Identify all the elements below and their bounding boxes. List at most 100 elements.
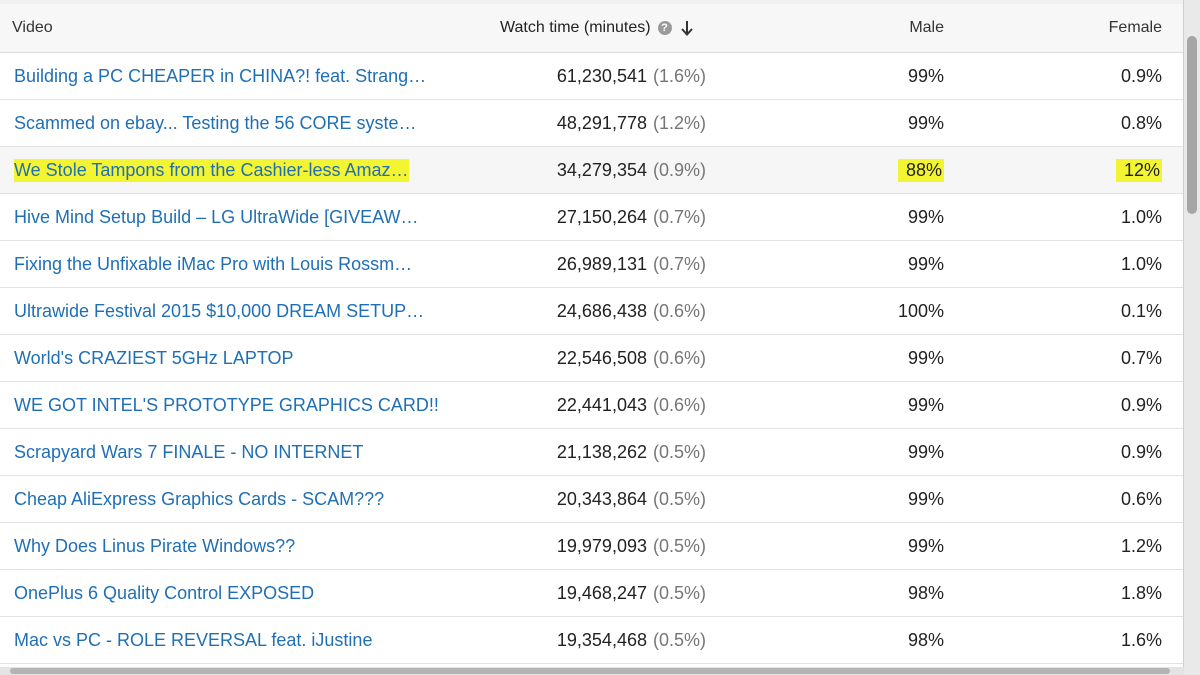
male-percent: 99%: [907, 253, 944, 274]
female-cell: 12%: [1000, 147, 1162, 193]
female-cell: 1.0%: [1000, 194, 1162, 240]
watch-time-cell: 48,291,778 (1.2%): [470, 100, 706, 146]
female-cell: 0.9%: [1000, 382, 1162, 428]
video-title-link[interactable]: Fixing the Unfixable iMac Pro with Louis…: [14, 253, 412, 276]
male-percent: 99%: [907, 488, 944, 509]
table-row: Ultrawide Festival 2015 $10,000 DREAM SE…: [0, 288, 1183, 335]
watch-time-cell: 20,343,864 (0.5%): [470, 476, 706, 522]
watch-time-cell: 26,989,131 (0.7%): [470, 241, 706, 287]
male-percent: 99%: [907, 65, 944, 86]
table-row: Cheap AliExpress Graphics Cards - SCAM??…: [0, 476, 1183, 523]
table-row: Fixing the Unfixable iMac Pro with Louis…: [0, 241, 1183, 288]
video-cell: Building a PC CHEAPER in CHINA?! feat. S…: [14, 53, 454, 99]
male-percent: 98%: [907, 629, 944, 650]
video-title-link[interactable]: We Stole Tampons from the Cashier-less A…: [14, 158, 409, 182]
watch-time-cell: 27,150,264 (0.7%): [470, 194, 706, 240]
watch-time-value: 27,150,264: [556, 206, 647, 227]
video-cell: Fixing the Unfixable iMac Pro with Louis…: [14, 241, 454, 287]
female-percent: 0.1%: [1120, 300, 1162, 321]
help-circle-icon[interactable]: ?: [657, 21, 672, 35]
male-percent: 99%: [907, 347, 944, 368]
video-title-link[interactable]: Cheap AliExpress Graphics Cards - SCAM??…: [14, 488, 384, 511]
male-cell: 99%: [800, 382, 944, 428]
watch-time-value: 24,686,438: [556, 300, 647, 321]
table-row: WE GOT INTEL'S PROTOTYPE GRAPHICS CARD!!…: [0, 382, 1183, 429]
table-row: Mac vs PC - ROLE REVERSAL feat. iJustine…: [0, 617, 1183, 664]
male-percent: 99%: [907, 206, 944, 227]
video-cell: Scammed on ebay... Testing the 56 CORE s…: [14, 100, 454, 146]
column-header-male[interactable]: Male: [800, 4, 944, 52]
male-percent: 99%: [907, 535, 944, 556]
female-percent: 12%: [1115, 158, 1162, 182]
male-percent: 100%: [897, 300, 944, 321]
column-header-video-label: Video: [12, 19, 53, 36]
watch-time-cell: 19,468,247 (0.5%): [470, 570, 706, 616]
video-title-link[interactable]: Why Does Linus Pirate Windows??: [14, 535, 295, 558]
watch-time-share: (0.9%): [652, 159, 706, 180]
watch-time-cell: 22,441,043 (0.6%): [470, 382, 706, 428]
table-row: OnePlus 6 Quality Control EXPOSED 19,468,…: [0, 570, 1183, 617]
video-cell: Scrapyard Wars 7 FINALE - NO INTERNET: [14, 429, 454, 475]
video-cell: Hive Mind Setup Build – LG UltraWide [GI…: [14, 194, 454, 240]
female-cell: 0.1%: [1000, 288, 1162, 334]
column-header-watch-time[interactable]: Watch time (minutes) ?: [500, 4, 715, 52]
watch-time-share: (0.6%): [652, 394, 706, 415]
male-cell: 99%: [800, 53, 944, 99]
watch-time-cell: 34,279,354 (0.9%): [470, 147, 706, 193]
male-percent: 99%: [907, 112, 944, 133]
table-row: World's CRAZIEST 5GHz LAPTOP 22,546,508 (0…: [0, 335, 1183, 382]
male-percent: 99%: [907, 441, 944, 462]
male-cell: 99%: [800, 194, 944, 240]
watch-time-share: (0.7%): [652, 206, 706, 227]
video-title-link[interactable]: Building a PC CHEAPER in CHINA?! feat. S…: [14, 65, 426, 88]
table-row: Why Does Linus Pirate Windows?? 19,979,09…: [0, 523, 1183, 570]
watch-time-share: (0.5%): [652, 488, 706, 509]
female-percent: 1.2%: [1120, 535, 1162, 556]
column-header-female[interactable]: Female: [1000, 4, 1162, 52]
video-title-link[interactable]: Mac vs PC - ROLE REVERSAL feat. iJustine: [14, 629, 372, 652]
video-title-link[interactable]: WE GOT INTEL'S PROTOTYPE GRAPHICS CARD!!: [14, 394, 439, 417]
male-cell: 100%: [800, 288, 944, 334]
female-percent: 1.6%: [1120, 629, 1162, 650]
video-title-link[interactable]: World's CRAZIEST 5GHz LAPTOP: [14, 347, 294, 370]
watch-time-share: (0.5%): [652, 629, 706, 650]
horizontal-scrollbar[interactable]: [0, 667, 1184, 675]
video-title-link[interactable]: Scammed on ebay... Testing the 56 CORE s…: [14, 112, 417, 135]
female-percent: 0.6%: [1120, 488, 1162, 509]
male-cell: 98%: [800, 570, 944, 616]
watch-time-cell: 61,230,541 (1.6%): [470, 53, 706, 99]
watch-time-share: (0.5%): [652, 535, 706, 556]
female-cell: 0.6%: [1000, 476, 1162, 522]
female-cell: 0.9%: [1000, 429, 1162, 475]
female-cell: 1.8%: [1000, 570, 1162, 616]
video-title-link[interactable]: Ultrawide Festival 2015 $10,000 DREAM SE…: [14, 300, 424, 323]
male-cell: 99%: [800, 429, 944, 475]
watch-time-share: (0.7%): [652, 253, 706, 274]
column-header-male-label: Male: [909, 19, 944, 36]
female-cell: 1.6%: [1000, 617, 1162, 663]
male-cell: 99%: [800, 523, 944, 569]
video-cell: Why Does Linus Pirate Windows??: [14, 523, 454, 569]
vertical-scrollbar[interactable]: [1184, 0, 1200, 675]
vertical-scrollbar-thumb[interactable]: [1187, 36, 1197, 214]
watch-time-value: 20,343,864: [556, 488, 647, 509]
column-header-female-label: Female: [1108, 19, 1162, 36]
video-title-link[interactable]: Scrapyard Wars 7 FINALE - NO INTERNET: [14, 441, 363, 464]
female-cell: 0.9%: [1000, 53, 1162, 99]
male-cell: 99%: [800, 335, 944, 381]
video-title-link[interactable]: OnePlus 6 Quality Control EXPOSED: [14, 582, 314, 605]
female-percent: 0.9%: [1120, 65, 1162, 86]
watch-time-value: 61,230,541: [556, 65, 647, 86]
watch-time-value: 26,989,131: [556, 253, 647, 274]
female-percent: 0.8%: [1120, 112, 1162, 133]
arrow-down-icon[interactable]: [680, 19, 694, 37]
video-title-link[interactable]: Hive Mind Setup Build – LG UltraWide [GI…: [14, 206, 418, 229]
male-cell: 88%: [800, 147, 944, 193]
male-percent: 88%: [897, 158, 944, 182]
column-header-video[interactable]: Video: [12, 4, 452, 52]
video-cell: Ultrawide Festival 2015 $10,000 DREAM SE…: [14, 288, 454, 334]
video-cell: Mac vs PC - ROLE REVERSAL feat. iJustine: [14, 617, 454, 663]
video-cell: World's CRAZIEST 5GHz LAPTOP: [14, 335, 454, 381]
watch-time-cell: 22,546,508 (0.6%): [470, 335, 706, 381]
horizontal-scrollbar-thumb[interactable]: [10, 668, 1170, 674]
